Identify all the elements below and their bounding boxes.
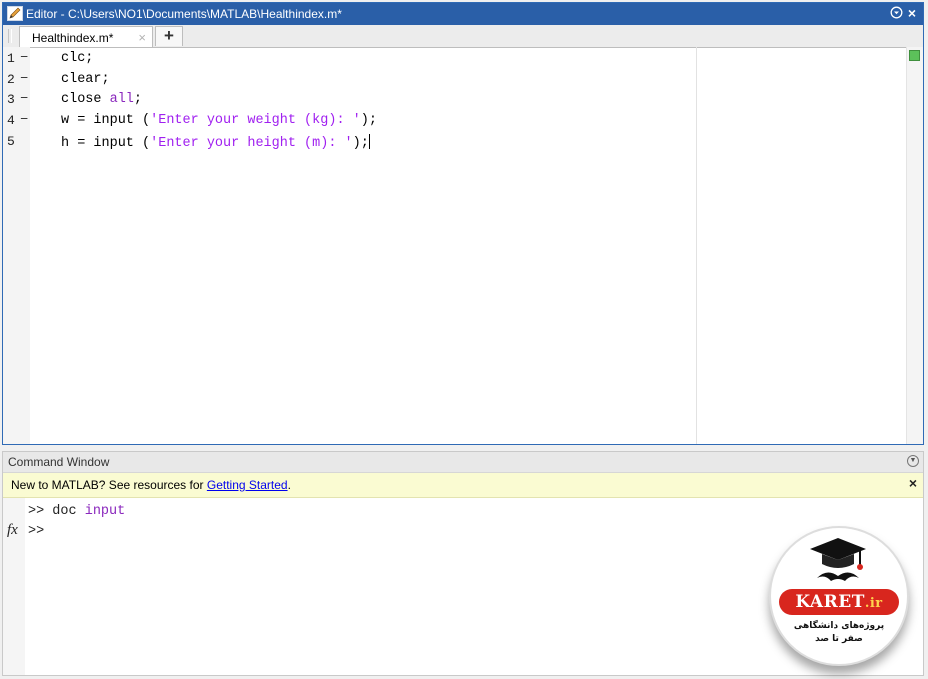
notice-close-icon[interactable]: × <box>909 475 917 491</box>
code-token: ; <box>133 92 143 108</box>
code-token: ); <box>360 113 377 129</box>
function-browser-icon[interactable]: fx <box>7 522 18 539</box>
command-window-options-icon[interactable]: ▼ <box>907 455 919 467</box>
code-token: clear; <box>61 71 110 87</box>
code-text: w = input ('Enter your weight (kg): '); <box>61 113 377 128</box>
logo-tagline: پروژه‌های دانشگاهی <box>793 621 885 631</box>
tab-healthindex[interactable]: Healthindex.m* × <box>19 26 153 47</box>
breakpoint-marker[interactable]: − <box>20 92 28 107</box>
string-literal: 'Enter your height (m): ' <box>150 135 353 151</box>
tab-label: Healthindex.m* <box>32 31 114 45</box>
line-number: 5 <box>7 133 15 149</box>
editor-window: Editor - C:\Users\NO1\Documents\MATLAB\H… <box>2 2 924 445</box>
editor-title: Editor - C:\Users\NO1\Documents\MATLAB\H… <box>26 7 342 21</box>
code-text: h = input ('Enter your height (m): '); <box>61 133 370 151</box>
string-literal: 'Enter your weight (kg): ' <box>150 113 361 129</box>
logo-subtagline: صفر تا صد <box>815 634 863 644</box>
code-analyzer-ok-icon[interactable] <box>909 50 920 61</box>
notice-period: . <box>287 478 291 492</box>
graduation-cap-mustache-icon <box>810 538 866 581</box>
line-number: 1 <box>7 51 15 66</box>
editor-vertical-scrollbar[interactable] <box>906 47 923 444</box>
history-argument: input <box>84 504 126 519</box>
karet-logo: KARET.ir پروژه‌های دانشگاهی صفر تا صد <box>769 526 909 666</box>
text-cursor <box>368 133 370 149</box>
code-token: close <box>61 92 110 108</box>
command-prompt[interactable]: >> <box>28 524 44 539</box>
command-history-line: >> doc input <box>28 504 125 519</box>
logo-brand-tld: .ir <box>864 596 883 611</box>
editor-pencil-icon <box>7 6 23 21</box>
logo-brand-name: KARET <box>795 592 865 612</box>
add-tab-button[interactable]: + <box>155 26 183 46</box>
tab-close-icon[interactable]: × <box>138 30 146 45</box>
command-window-titlebar[interactable]: Command Window ▼ <box>3 452 923 473</box>
editor-titlebar[interactable]: Editor - C:\Users\NO1\Documents\MATLAB\H… <box>3 3 923 25</box>
code-token: ); <box>352 135 369 151</box>
getting-started-link[interactable]: Getting Started <box>207 478 288 492</box>
code-text: clear; <box>61 72 110 87</box>
command-window-title: Command Window <box>8 455 110 469</box>
notice-text: New to MATLAB? See resources for <box>11 478 207 492</box>
breakpoint-marker[interactable]: − <box>20 51 28 66</box>
history-command: >> doc <box>28 504 85 519</box>
line-number: 4 <box>7 113 15 129</box>
breakpoint-marker[interactable]: − <box>20 72 28 87</box>
editor-tabbar: Healthindex.m* × + <box>3 25 923 48</box>
code-text: close all; <box>61 92 142 107</box>
code-token: h = input ( <box>61 135 151 151</box>
editor-close-icon[interactable]: × <box>905 6 919 20</box>
line-number: 2 <box>7 71 15 87</box>
breakpoint-marker[interactable]: − <box>20 113 28 128</box>
code-text: clc; <box>61 51 93 66</box>
editor-options-icon[interactable] <box>889 6 903 20</box>
code-token: clc; <box>61 51 94 66</box>
line-number: 3 <box>7 92 15 108</box>
keyword: all <box>109 92 134 108</box>
tab-grip-handle[interactable] <box>8 29 12 43</box>
logo-brand: KARET.ir <box>779 589 899 615</box>
code-area[interactable]: 1− clc; 2− clear; 3− close all; 4− w = input ('… <box>3 47 907 444</box>
getting-started-notice: New to MATLAB? See resources for Getting… <box>3 473 923 498</box>
code-token: w = input ( <box>61 113 151 129</box>
